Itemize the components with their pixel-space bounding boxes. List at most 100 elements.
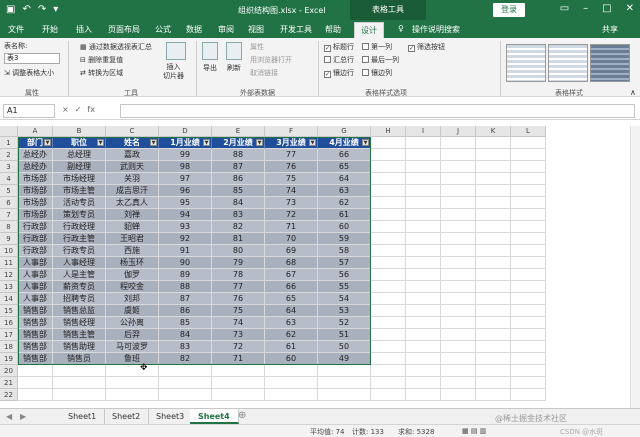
row-header[interactable]: 15	[0, 305, 18, 317]
fx-icon[interactable]: fx	[87, 105, 95, 114]
table-cell[interactable]: 52	[318, 317, 371, 329]
table-cell[interactable]: 82	[212, 221, 265, 233]
empty-cell[interactable]	[511, 365, 546, 377]
table-cell[interactable]: 76	[265, 161, 318, 173]
empty-cell[interactable]	[441, 197, 476, 209]
empty-cell[interactable]	[406, 245, 441, 257]
table-cell[interactable]: 67	[265, 269, 318, 281]
table-cell[interactable]: 60	[318, 221, 371, 233]
empty-cell[interactable]	[18, 365, 53, 377]
column-header[interactable]: K	[476, 126, 511, 137]
empty-cell[interactable]	[476, 329, 511, 341]
prev-sheet-icon[interactable]: ◀	[6, 412, 12, 421]
filter-dropdown-icon[interactable]: ▼	[97, 139, 104, 146]
resize-table-button[interactable]: ⇲ 调整表格大小	[4, 69, 54, 78]
empty-cell[interactable]	[476, 389, 511, 401]
table-cell[interactable]: 嘉政	[106, 149, 159, 161]
table-cell[interactable]: 公孙离	[106, 317, 159, 329]
row-header[interactable]: 11	[0, 257, 18, 269]
row-header[interactable]: 20	[0, 365, 18, 377]
table-cell[interactable]: 86	[212, 173, 265, 185]
empty-cell[interactable]	[441, 293, 476, 305]
table-cell[interactable]: 销售部	[18, 305, 53, 317]
table-cell[interactable]: 行政主管	[53, 233, 106, 245]
table-cell[interactable]: 62	[265, 329, 318, 341]
empty-cell[interactable]	[441, 173, 476, 185]
table-cell[interactable]: 54	[318, 293, 371, 305]
empty-cell[interactable]	[265, 365, 318, 377]
empty-cell[interactable]	[476, 197, 511, 209]
filter-dropdown-icon[interactable]: ▼	[44, 139, 51, 146]
table-cell[interactable]: 89	[159, 269, 212, 281]
formula-input[interactable]	[120, 104, 635, 118]
table-header-cell[interactable]: 4月业绩 ▼	[318, 137, 371, 149]
empty-cell[interactable]	[159, 377, 212, 389]
empty-cell[interactable]	[511, 281, 546, 293]
table-cell[interactable]: 人事部	[18, 281, 53, 293]
enter-icon[interactable]: ✓	[75, 105, 82, 114]
empty-cell[interactable]	[476, 341, 511, 353]
empty-cell[interactable]	[476, 269, 511, 281]
empty-cell[interactable]	[441, 245, 476, 257]
empty-cell[interactable]	[371, 173, 406, 185]
empty-cell[interactable]	[406, 137, 441, 149]
worksheet-grid[interactable]: ABCDEFGHIJKL 1 2 3 4 5 6 7 8 9 10 11 12 13 14 15 16 17 18…	[0, 126, 630, 406]
empty-cell[interactable]	[371, 329, 406, 341]
table-cell[interactable]: 88	[159, 281, 212, 293]
table-cell[interactable]: 63	[318, 185, 371, 197]
name-box[interactable]: A1	[3, 104, 55, 118]
table-cell[interactable]: 85	[159, 317, 212, 329]
empty-cell[interactable]	[476, 161, 511, 173]
empty-cell[interactable]	[318, 365, 371, 377]
empty-cell[interactable]	[441, 233, 476, 245]
table-cell[interactable]: 西施	[106, 245, 159, 257]
column-header[interactable]: F	[265, 126, 318, 137]
empty-cell[interactable]	[212, 377, 265, 389]
table-cell[interactable]: 79	[212, 257, 265, 269]
empty-cell[interactable]	[476, 173, 511, 185]
row-header[interactable]: 1	[0, 137, 18, 149]
empty-cell[interactable]	[406, 281, 441, 293]
table-cell[interactable]: 市场经理	[53, 173, 106, 185]
empty-cell[interactable]	[371, 317, 406, 329]
empty-cell[interactable]	[106, 365, 159, 377]
table-cell[interactable]: 90	[159, 257, 212, 269]
empty-cell[interactable]	[371, 281, 406, 293]
empty-cell[interactable]	[406, 161, 441, 173]
empty-cell[interactable]	[371, 185, 406, 197]
empty-cell[interactable]	[511, 161, 546, 173]
table-cell[interactable]: 75	[212, 305, 265, 317]
empty-cell[interactable]	[441, 221, 476, 233]
empty-cell[interactable]	[371, 221, 406, 233]
empty-cell[interactable]	[511, 353, 546, 365]
table-cell[interactable]: 鲁班	[106, 353, 159, 365]
cancel-icon[interactable]: ×	[62, 105, 69, 114]
tab-insert[interactable]: 插入	[76, 24, 92, 35]
next-sheet-icon[interactable]: ▶	[20, 412, 26, 421]
empty-cell[interactable]	[511, 377, 546, 389]
table-cell[interactable]: 人事部	[18, 257, 53, 269]
empty-cell[interactable]	[511, 293, 546, 305]
empty-cell[interactable]	[476, 305, 511, 317]
table-cell[interactable]: 76	[212, 293, 265, 305]
table-header-cell[interactable]: 3月业绩 ▼	[265, 137, 318, 149]
empty-cell[interactable]	[441, 305, 476, 317]
empty-cell[interactable]	[159, 389, 212, 401]
select-all-corner[interactable]	[0, 126, 18, 137]
empty-cell[interactable]	[406, 257, 441, 269]
tab-file[interactable]: 文件	[8, 24, 24, 35]
empty-cell[interactable]	[406, 365, 441, 377]
empty-cell[interactable]	[406, 305, 441, 317]
empty-cell[interactable]	[476, 149, 511, 161]
empty-cell[interactable]	[511, 149, 546, 161]
empty-cell[interactable]	[511, 173, 546, 185]
table-cell[interactable]: 82	[159, 353, 212, 365]
last-column-checkbox[interactable]: 最后一列	[362, 56, 399, 65]
empty-cell[interactable]	[511, 185, 546, 197]
empty-cell[interactable]	[106, 377, 159, 389]
table-header-cell[interactable]: 2月业绩 ▼	[212, 137, 265, 149]
empty-cell[interactable]	[511, 137, 546, 149]
table-cell[interactable]: 行政部	[18, 221, 53, 233]
table-cell[interactable]: 59	[318, 233, 371, 245]
empty-cell[interactable]	[53, 389, 106, 401]
